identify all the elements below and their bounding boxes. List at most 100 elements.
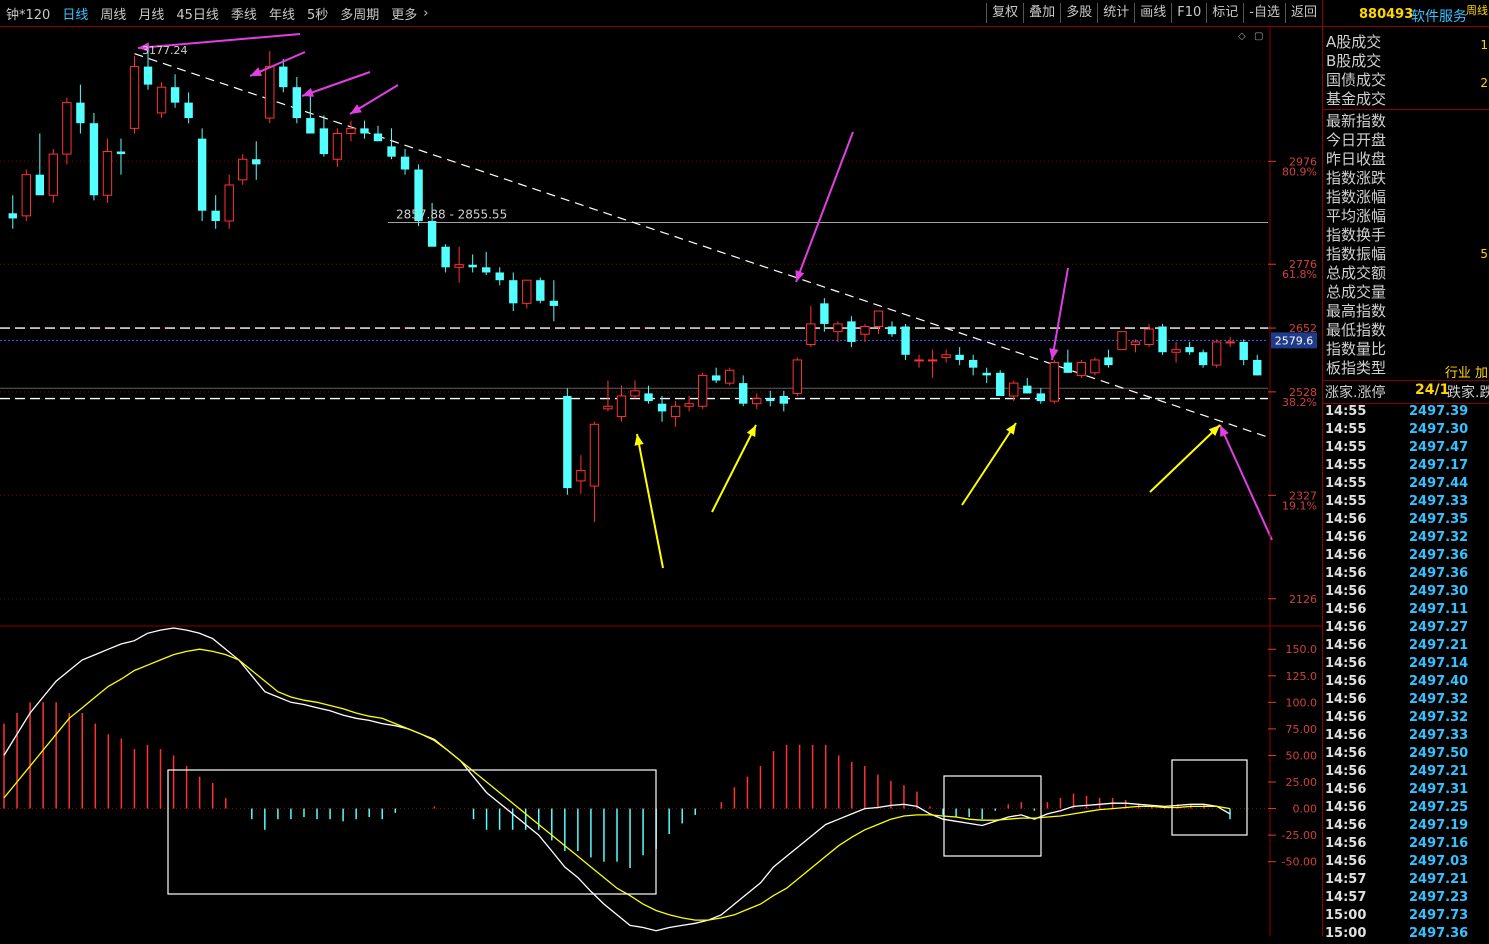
tick-row: 14:56 2497.33: [1323, 728, 1489, 746]
quote-panel: 880493 软件服务 周线 A股成交 B股成交 国债成交 基金成交 最新指数 今日开盘昨…: [1322, 0, 1489, 941]
quote-field-label: B股成交: [1326, 52, 1382, 70]
tick-value: 2497.21: [1409, 872, 1469, 887]
candle-body-down: [441, 246, 450, 268]
candle-body-down: [76, 102, 85, 124]
candle-body-down: [549, 300, 559, 306]
stock-name[interactable]: 软件服务: [1411, 6, 1467, 26]
candle-body-down: [955, 354, 964, 360]
tick-row: 14:55 2497.44: [1323, 476, 1489, 494]
tick-time: 14:56: [1325, 602, 1367, 617]
tick-time: 14:56: [1325, 854, 1367, 869]
tick-time: 14:56: [1325, 638, 1367, 653]
quote-field-label: 国债成交: [1326, 71, 1387, 89]
tick-value: 2497.32: [1409, 710, 1469, 725]
candle-body-up: [697, 374, 708, 407]
macd-tick-label: -25.00: [1282, 829, 1317, 842]
period-tag: 周线: [1466, 4, 1488, 17]
tick-row: 14:55 2497.17: [1323, 458, 1489, 476]
tick-row: 14:56 2497.30: [1323, 584, 1489, 602]
tick-row: 14:55 2497.39: [1323, 404, 1489, 422]
candle-body-up: [752, 398, 762, 405]
candle-body-up: [48, 153, 59, 196]
tick-time: 14:55: [1325, 476, 1367, 491]
current-price-label: 2579.6: [1275, 334, 1314, 347]
tick-value: 2497.32: [1409, 530, 1469, 545]
quote-field-label: 最新指数: [1326, 112, 1387, 130]
candle-body-down: [373, 133, 383, 142]
quote-field-label: 指数换手: [1326, 226, 1387, 244]
macd-highlight-box: [167, 769, 657, 895]
tick-value: 2497.36: [1409, 566, 1469, 581]
candle-body-up: [670, 405, 681, 418]
arrow-magenta-head: [350, 104, 362, 114]
quote-field-label: 今日开盘: [1326, 131, 1387, 149]
tick-value: 2497.44: [1409, 476, 1469, 491]
tick-value: 2497.17: [1409, 458, 1469, 473]
tick-time: 14:56: [1325, 728, 1367, 743]
quote-field-value: 5: [1480, 247, 1488, 261]
candle-body-down: [306, 118, 315, 134]
macd-tick-label: 150.0: [1286, 643, 1318, 656]
tick-time: 14:56: [1325, 710, 1367, 725]
tick-row: 14:56 2497.32: [1323, 530, 1489, 548]
tick-header-right: 跌家.跌: [1447, 385, 1489, 401]
candle-body-down: [1158, 326, 1167, 353]
kline-chart[interactable]: 297680.9%277661.8%2652252838.2%232719.1%…: [0, 0, 1322, 936]
quote-field-value: 1: [1480, 38, 1488, 52]
candle-body-up: [156, 86, 167, 114]
candle-body-up: [1049, 362, 1060, 402]
high-label: 3177.24: [142, 44, 188, 57]
macd-tick-label: 50.00: [1286, 749, 1318, 762]
stock-code[interactable]: 880493: [1359, 7, 1413, 22]
candle-body-up: [941, 354, 951, 358]
candle-body-down: [482, 267, 491, 273]
candle-body-down: [170, 87, 180, 103]
tick-time: 14:56: [1325, 620, 1367, 635]
arrow-magenta-head: [1049, 348, 1059, 360]
tick-row: 14:55 2497.47: [1323, 440, 1489, 458]
tick-value: 2497.73: [1409, 908, 1469, 923]
candle-body-up: [1130, 341, 1141, 346]
arrow-yellow: [711, 424, 757, 513]
candle-body-up: [224, 184, 234, 222]
macd-tick-label: 125.0: [1286, 670, 1318, 683]
arrow-magenta: [1051, 267, 1069, 361]
tick-time: 14:56: [1325, 548, 1367, 563]
candle-body-down: [644, 393, 653, 402]
tick-value: 2497.27: [1409, 620, 1469, 635]
candle-body-up: [603, 405, 613, 410]
macd-tick-label: -50.00: [1282, 856, 1317, 869]
candle-body-down: [563, 395, 572, 489]
tick-row: 15:00 2497.36: [1323, 926, 1489, 944]
candle-body-up: [102, 151, 113, 196]
candle-body-up: [589, 423, 600, 487]
candle-body-down: [143, 66, 153, 85]
candle-body-up: [1225, 341, 1235, 344]
candle-body-down: [766, 398, 775, 402]
arrow-magenta: [1219, 424, 1273, 541]
candle-body-down: [35, 174, 45, 196]
tick-time: 14:56: [1325, 566, 1367, 581]
tick-list[interactable]: 14:55 2497.39 14:55 2497.30 14:55 2497.47 14:5…: [1323, 404, 1489, 944]
candle-body-up: [1144, 328, 1154, 346]
candle-body-up: [616, 395, 627, 418]
candle-body-down: [1036, 393, 1045, 402]
candle-body-up: [860, 326, 870, 335]
fib-pct-label: 38.2%: [1282, 396, 1317, 409]
candle-body-up: [914, 359, 924, 362]
candle-body-up: [522, 279, 532, 304]
tick-header-left: 涨家.涨停: [1325, 385, 1386, 401]
candle-body-up: [21, 174, 31, 217]
quote-field-label: 总成交额: [1326, 264, 1387, 282]
tick-time: 14:56: [1325, 818, 1367, 833]
candle-body-down: [779, 395, 788, 404]
candle-body-up: [332, 133, 343, 160]
tick-time: 15:00: [1325, 926, 1367, 941]
tick-time: 14:56: [1325, 584, 1367, 599]
tick-time: 14:56: [1325, 512, 1367, 527]
tick-row: 14:56 2497.50: [1323, 746, 1489, 764]
macd-tick-label: 100.0: [1286, 696, 1318, 709]
candle-body-down: [1198, 352, 1208, 366]
candle-body-up: [806, 323, 816, 346]
tick-row: 14:56 2497.11: [1323, 602, 1489, 620]
